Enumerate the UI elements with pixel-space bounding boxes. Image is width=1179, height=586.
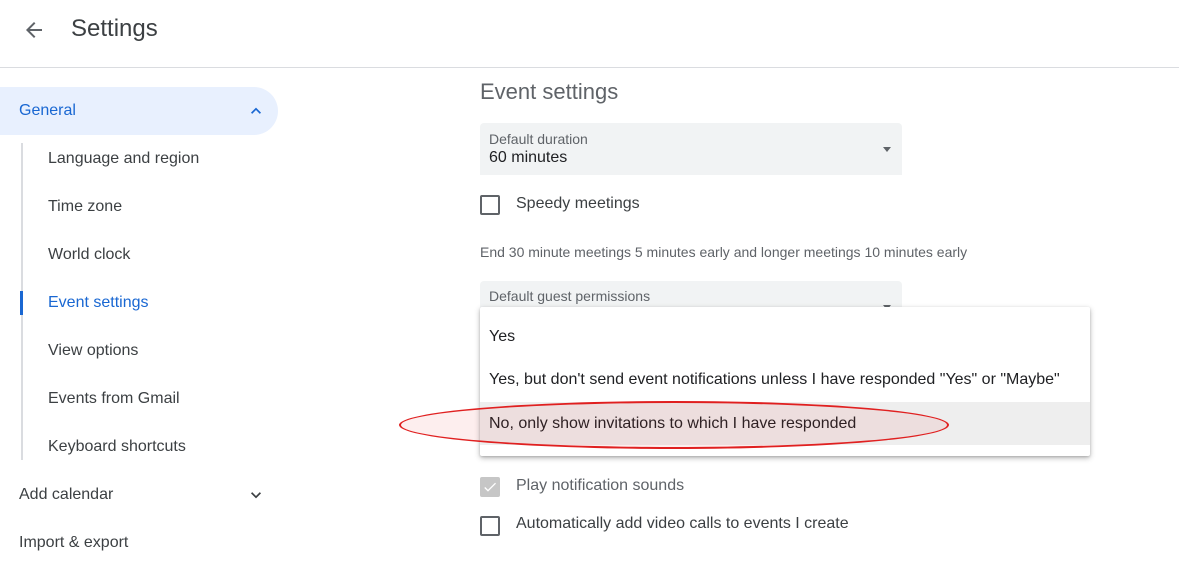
section-title: Event settings [480,79,619,104]
auto-video-calls-label: Automatically add video calls to events … [516,515,849,532]
arrow-back-icon [26,22,42,38]
speedy-meetings-label: Speedy meetings [516,195,640,212]
speedy-meetings-helper: End 30 minute meetings 5 minutes early a… [480,244,968,260]
nav-add-calendar[interactable]: Add calendar [19,485,113,505]
dropdown-arrow-icon [883,147,891,152]
sidebar-item-language-region[interactable]: Language and region [48,149,199,169]
speedy-meetings-checkbox[interactable] [480,195,500,215]
sidebar-item-keyboard-shortcuts[interactable]: Keyboard shortcuts [48,437,186,457]
nav-import-export[interactable]: Import & export [19,533,128,553]
option-yes-no-notifications[interactable]: Yes, but don't send event notifications … [480,358,1090,401]
play-notification-sounds-checkbox[interactable] [480,477,500,497]
play-notification-sounds-label: Play notification sounds [516,477,685,494]
nav-general[interactable]: General [0,87,278,135]
page-title: Settings [71,15,158,42]
guest-permissions-dropdown-menu: Yes Yes, but don't send event notificati… [480,307,1090,456]
default-duration-value: 60 minutes [489,149,568,166]
nav-general-label: General [19,102,76,119]
sidebar-item-events-from-gmail[interactable]: Events from Gmail [48,389,180,409]
auto-video-calls-checkbox[interactable] [480,516,500,536]
option-yes[interactable]: Yes [480,315,1090,358]
sidebar-item-world-clock[interactable]: World clock [48,245,130,265]
option-no-only-responded[interactable]: No, only show invitations to which I hav… [480,402,1090,445]
default-duration-label: Default duration [489,131,588,147]
top-bar: Settings [0,0,1179,68]
chevron-up-icon[interactable] [246,101,266,121]
subnav-active-indicator [20,291,23,315]
sidebar-item-event-settings[interactable]: Event settings [48,293,149,313]
guest-permissions-label: Default guest permissions [489,288,651,304]
settings-sidebar: General Language and region Time zone Wo… [0,68,300,586]
back-button[interactable] [18,14,50,46]
sidebar-item-view-options[interactable]: View options [48,341,138,361]
default-duration-select[interactable]: Default duration 60 minutes [480,123,902,175]
sidebar-item-time-zone[interactable]: Time zone [48,197,122,217]
checkmark-icon [484,482,496,492]
chevron-down-icon[interactable] [246,485,266,505]
